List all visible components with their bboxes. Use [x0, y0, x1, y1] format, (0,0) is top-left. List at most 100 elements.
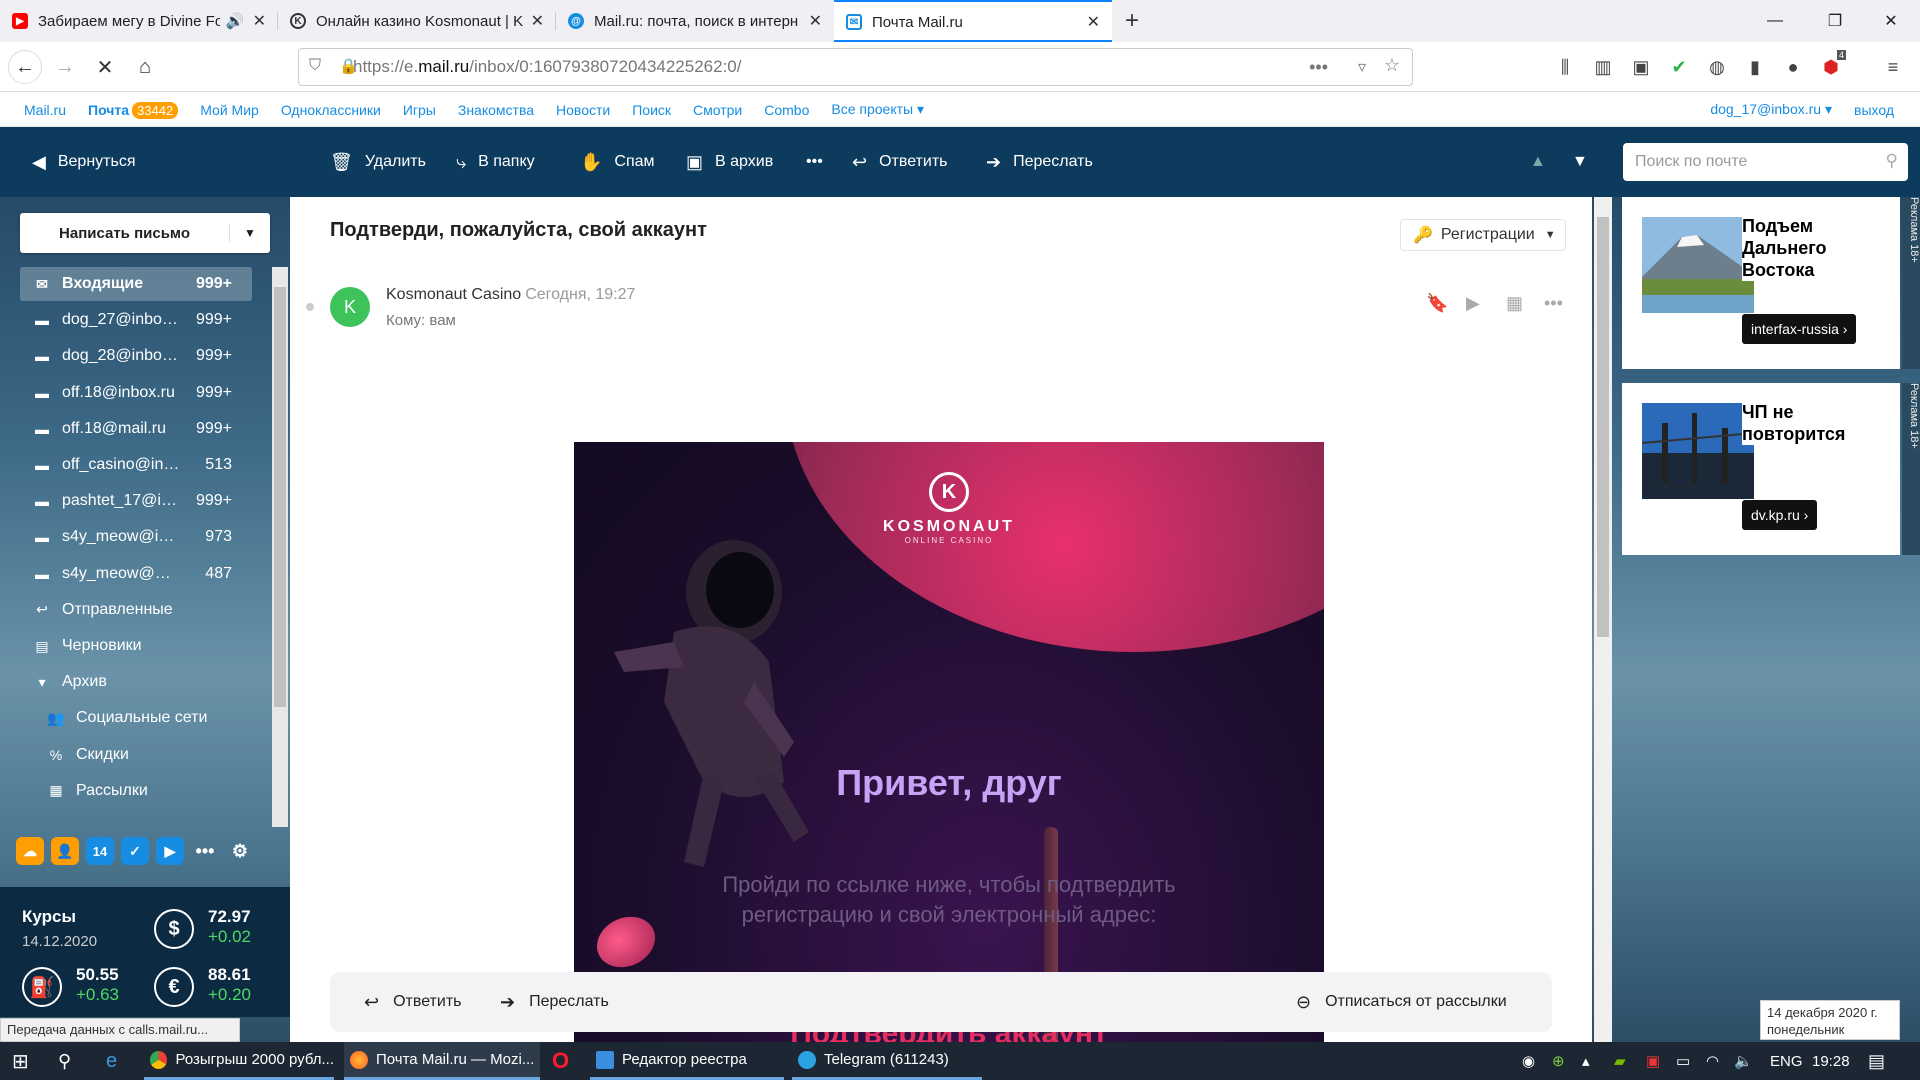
folder-item[interactable]: ▬ s4y_meow@mail.ru 487	[20, 557, 252, 591]
language-indicator[interactable]: ENG	[1770, 1042, 1803, 1080]
folder-item[interactable]: ▬ off.18@mail.ru 999+	[20, 412, 252, 446]
tray-telegram-icon[interactable]: ◉	[1522, 1042, 1535, 1080]
portal-link-watch[interactable]: Смотри	[693, 102, 742, 118]
browser-tab-kosmonaut[interactable]: K Онлайн казино Kosmonaut | K ✕	[278, 0, 556, 42]
more-apps-icon[interactable]: •••	[191, 837, 219, 865]
back-arrow-icon[interactable]: ←	[8, 50, 42, 84]
folder-item[interactable]: ▬ dog_28@inbox.ru 999+	[20, 339, 252, 373]
ad-title[interactable]: ЧП не повторится	[1742, 401, 1878, 445]
subfolder-item[interactable]: 👥 Социальные сети	[34, 701, 252, 735]
extension-icon[interactable]: ▣	[1626, 50, 1656, 84]
user-account-menu[interactable]: dog_17@inbox.ru ▾	[1710, 101, 1832, 118]
bottom-forward-button[interactable]: ➔ Переслать	[500, 972, 609, 1032]
lock-icon[interactable]: 🔒	[339, 57, 358, 75]
delete-button[interactable]: 🗑 Удалить	[330, 127, 426, 197]
tray-app-icon[interactable]: ▣	[1646, 1042, 1660, 1080]
windows-start-icon[interactable]: ⊞	[12, 1042, 29, 1080]
video-icon[interactable]: ▶	[1466, 293, 1480, 314]
portal-link-news[interactable]: Новости	[556, 102, 610, 118]
taskbar-app-regedit[interactable]: Редактор реестра	[590, 1042, 784, 1080]
close-tab-icon[interactable]: ✕	[531, 11, 544, 31]
bookmark-icon[interactable]: 🔖	[1426, 293, 1448, 314]
folder-item[interactable]: ▤ Черновики	[20, 629, 252, 663]
close-tab-icon[interactable]: ✕	[1087, 12, 1100, 32]
search-icon[interactable]: ⚲	[58, 1042, 71, 1080]
folder-item[interactable]: ✉ Входящие 999+	[20, 267, 252, 301]
compose-dropdown-icon[interactable]: ▼	[230, 226, 270, 240]
video-call-icon[interactable]: ▶	[156, 837, 184, 865]
taskbar-app-telegram[interactable]: Telegram (611243)	[792, 1042, 982, 1080]
close-tab-icon[interactable]: ✕	[253, 11, 266, 31]
edge-icon[interactable]: e	[106, 1042, 117, 1080]
portal-link-moimir[interactable]: Мой Мир	[200, 102, 259, 118]
close-tab-icon[interactable]: ✕	[809, 11, 822, 31]
account-icon[interactable]: ●	[1778, 50, 1808, 84]
folder-item[interactable]: ▬ dog_27@inbox.ru 999+	[20, 303, 252, 337]
menu-hamburger-icon[interactable]: ≡	[1878, 50, 1908, 84]
calendar-icon[interactable]: 14	[86, 837, 114, 865]
sender-avatar[interactable]: K	[330, 287, 370, 327]
browser-tab-youtube[interactable]: ▶ Забираем мегу в Divine Fo 🔊 ✕	[0, 0, 278, 42]
speaker-icon[interactable]: 🔊	[226, 12, 245, 30]
prev-message-button[interactable]: ▲	[1530, 127, 1546, 197]
browser-tab-mailru[interactable]: @ Mail.ru: почта, поиск в интерн ✕	[556, 0, 834, 42]
folder-item[interactable]: ▾ Архив	[20, 665, 252, 699]
folder-item[interactable]: ▬ pashtet_17@inbox.ru 999+	[20, 484, 252, 518]
search-icon[interactable]: ⚲	[1886, 151, 1898, 171]
shield-icon[interactable]: ⛉	[309, 57, 321, 75]
unread-dot[interactable]	[306, 303, 314, 311]
portal-link-all-projects[interactable]: Все проекты ▾	[831, 101, 924, 118]
folder-item[interactable]: ▬ off_casino@inbox.ru 513	[20, 448, 252, 482]
next-message-button[interactable]: ▼	[1572, 127, 1588, 197]
sidebar-scrollbar[interactable]	[272, 267, 288, 827]
ad-card[interactable]: Подъем Дальнего Востока interfax-russia …	[1622, 197, 1920, 369]
taskbar-app-chrome[interactable]: Розыгрыш 2000 рубл...	[144, 1042, 334, 1080]
ad-card[interactable]: ЧП не повторится dv.kp.ru › Реклама 18+	[1622, 383, 1920, 555]
ad-title[interactable]: Подъем Дальнего Востока	[1742, 215, 1878, 281]
portal-link-mailru[interactable]: Mail.ru	[24, 102, 66, 118]
pocket-icon[interactable]: ▿	[1358, 57, 1366, 77]
home-icon[interactable]: ⌂	[128, 50, 162, 84]
cloud-icon[interactable]: ☁	[16, 837, 44, 865]
reply-button[interactable]: ↩ Ответить	[852, 127, 947, 197]
compose-label[interactable]: Написать письмо	[20, 224, 230, 242]
bottom-reply-button[interactable]: ↩ Ответить	[364, 972, 461, 1032]
portal-link-combo[interactable]: Combo	[764, 102, 809, 118]
clock[interactable]: 19:28	[1812, 1042, 1850, 1080]
adblock-icon[interactable]: ⬢ 4	[1816, 50, 1846, 84]
portal-link-dating[interactable]: Знакомства	[458, 102, 534, 118]
logout-link[interactable]: выход	[1854, 102, 1894, 118]
url-bar[interactable]: ⛉ 🔒 https://e.mail.ru/inbox/0:1607938072…	[298, 48, 1413, 86]
taskbar-app-firefox[interactable]: Почта Mail.ru — Mozi...	[344, 1042, 540, 1080]
tray-volume-icon[interactable]: 🔈	[1734, 1042, 1753, 1080]
subfolder-item[interactable]: ▦ Рассылки	[34, 774, 252, 808]
portal-link-pochta[interactable]: Почта 33442	[88, 101, 179, 119]
move-to-folder-button[interactable]: ⤷ В папку	[456, 127, 535, 197]
tray-nvidia-icon[interactable]: ▰	[1614, 1042, 1626, 1080]
close-window-button[interactable]: ✕	[1868, 0, 1914, 42]
tray-plus-icon[interactable]: ⊕	[1552, 1042, 1565, 1080]
calendar-event-icon[interactable]: ▦	[1506, 293, 1523, 314]
folder-item[interactable]: ↩ Отправленные	[20, 593, 252, 627]
restore-button[interactable]: ❐	[1812, 0, 1858, 42]
unsubscribe-button[interactable]: ⊖ Отписаться от рассылки	[1296, 972, 1507, 1032]
more-actions-button[interactable]: •••	[806, 127, 823, 197]
library-icon[interactable]: ⫼	[1550, 50, 1580, 84]
vpn-icon[interactable]: ◍	[1702, 50, 1732, 84]
portal-link-games[interactable]: Игры	[403, 102, 436, 118]
sidebar-toggle-icon[interactable]: ▥	[1588, 50, 1618, 84]
extension-tool-icon[interactable]: ▮	[1740, 50, 1770, 84]
forward-button[interactable]: ➔ Переслать	[986, 127, 1093, 197]
compose-button[interactable]: Написать письмо ▼	[20, 213, 270, 253]
bookmark-star-icon[interactable]: ☆	[1384, 55, 1400, 76]
settings-gear-icon[interactable]: ⚙	[226, 837, 254, 865]
tray-battery-icon[interactable]: ▭	[1676, 1042, 1690, 1080]
message-scrollbar[interactable]	[1594, 197, 1612, 1045]
opera-icon[interactable]: O	[552, 1042, 569, 1080]
tray-expand-icon[interactable]: ▴	[1582, 1042, 1590, 1080]
ad-source-button[interactable]: interfax-russia ›	[1742, 314, 1857, 344]
minimize-button[interactable]: —	[1752, 0, 1798, 42]
more-options-icon[interactable]: •••	[1544, 293, 1563, 314]
contacts-icon[interactable]: 👤	[51, 837, 79, 865]
ad-source-button[interactable]: dv.kp.ru ›	[1742, 500, 1818, 530]
